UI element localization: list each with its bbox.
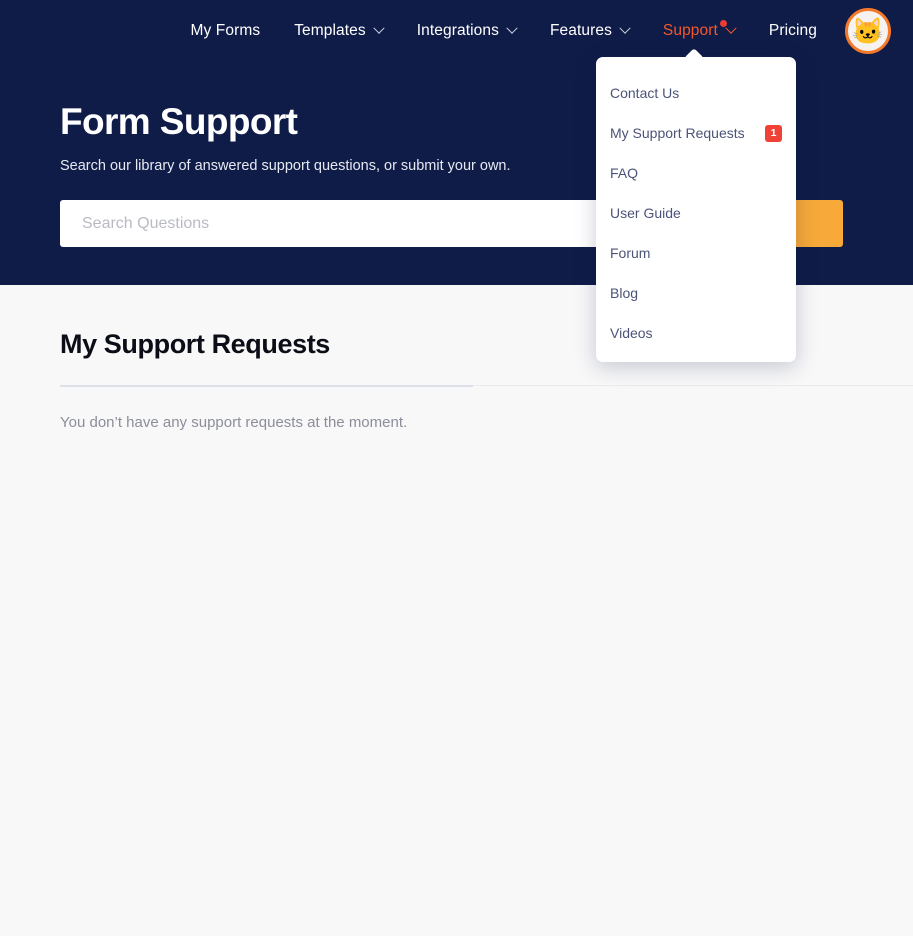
dropdown-item-blog[interactable]: Blog: [596, 273, 796, 313]
dropdown-item-contact-us[interactable]: Contact Us: [596, 73, 796, 113]
main-navigation: My Forms Templates Integrations Features…: [0, 0, 913, 62]
divider-accent: [60, 385, 473, 387]
dropdown-item-user-guide[interactable]: User Guide: [596, 193, 796, 233]
dropdown-item-label: Blog: [610, 285, 639, 301]
page-title: Form Support: [60, 101, 298, 142]
nav-label: Integrations: [416, 22, 499, 39]
nav-item-pricing[interactable]: Pricing: [769, 22, 817, 40]
status-badge: 1: [765, 124, 782, 142]
nav-item-integrations[interactable]: Integrations: [416, 22, 518, 40]
page-root: My Forms Templates Integrations Features…: [0, 0, 913, 936]
dropdown-item-videos[interactable]: Videos: [596, 313, 796, 353]
nav-label: Pricing: [768, 22, 817, 39]
dropdown-item-label: FAQ: [610, 165, 639, 181]
dropdown-arrow-icon: [684, 48, 704, 58]
nav-label: Templates: [294, 22, 366, 39]
chevron-down-icon: [725, 22, 737, 34]
dropdown-item-label: Videos: [610, 325, 653, 341]
empty-state-message: You don’t have any support requests at t…: [60, 414, 408, 431]
chevron-down-icon: [373, 22, 385, 34]
nav-label: My Forms: [190, 22, 261, 39]
dropdown-item-label: Contact Us: [610, 85, 680, 101]
dropdown-item-label: User Guide: [610, 205, 681, 221]
chevron-down-icon: [506, 22, 518, 34]
dropdown-item-forum[interactable]: Forum: [596, 233, 796, 273]
avatar[interactable]: 🐱: [845, 8, 891, 54]
dropdown-item-label: My Support Requests: [610, 125, 745, 141]
nav-item-templates[interactable]: Templates: [294, 22, 385, 40]
dropdown-item-my-support-requests[interactable]: My Support Requests 1: [596, 113, 796, 153]
section-title: My Support Requests: [60, 329, 330, 359]
nav-item-features[interactable]: Features: [549, 22, 631, 40]
nav-item-my-forms[interactable]: My Forms: [191, 22, 261, 40]
support-dropdown-menu: Contact Us My Support Requests 1 FAQ Use…: [596, 57, 796, 362]
hero-subtitle: Search our library of answered support q…: [60, 158, 511, 174]
nav-label: Support: [663, 20, 727, 40]
chevron-down-icon: [619, 22, 631, 34]
dropdown-item-label: Forum: [610, 245, 651, 261]
nav-item-support[interactable]: Support: [663, 20, 737, 40]
main-content: My Support Requests You don’t have any s…: [0, 285, 913, 936]
dropdown-item-faq[interactable]: FAQ: [596, 153, 796, 193]
nav-label: Features: [549, 22, 612, 39]
